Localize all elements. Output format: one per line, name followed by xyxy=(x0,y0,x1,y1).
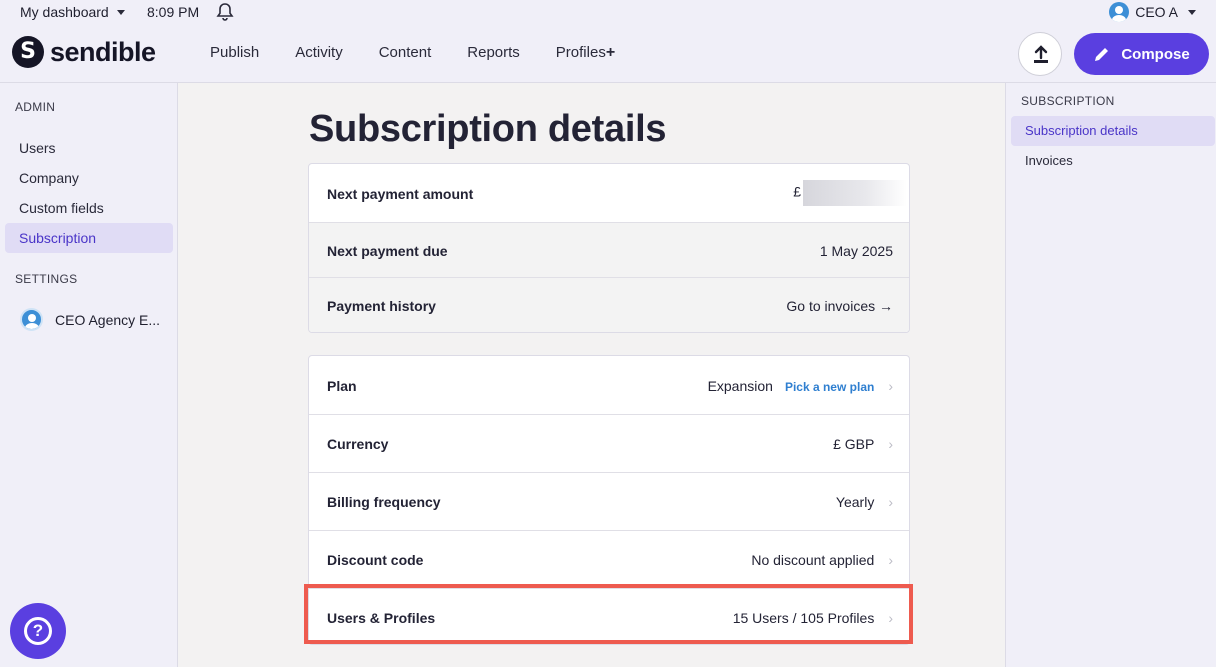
chevron-right-icon: › xyxy=(888,378,893,394)
help-button[interactable]: ? xyxy=(10,603,66,659)
billing-frequency-value: Yearly › xyxy=(836,494,893,510)
top-line: My dashboard 8:09 PM CEO A xyxy=(0,0,1216,26)
avatar xyxy=(20,308,43,331)
chevron-right-icon: › xyxy=(888,494,893,510)
compose-button[interactable]: Compose xyxy=(1074,33,1209,75)
nav-profiles-label: Profiles xyxy=(555,44,606,61)
plan-name: Expansion xyxy=(707,378,773,394)
chevron-down-icon xyxy=(1188,9,1196,15)
pencil-icon xyxy=(1095,48,1109,61)
users-profiles-text: 15 Users / 105 Profiles xyxy=(732,610,875,626)
upload-icon xyxy=(1034,45,1048,63)
nav-profiles[interactable]: Profiles+ xyxy=(538,44,633,62)
bell-icon[interactable] xyxy=(215,2,235,25)
go-to-invoices-label: Go to invoices xyxy=(786,298,876,314)
dashboard-selector[interactable]: My dashboard xyxy=(20,4,125,20)
discount-code-row[interactable]: Discount code No discount applied › xyxy=(309,531,909,589)
plan-value: Expansion Pick a new plan › xyxy=(708,378,893,394)
sidebar-item-custom-fields[interactable]: Custom fields xyxy=(5,193,173,223)
settings-section-title: SETTINGS xyxy=(15,272,78,286)
nav-content[interactable]: Content xyxy=(361,44,450,62)
currency-row[interactable]: Currency £ GBP › xyxy=(309,415,909,473)
users-profiles-value: 15 Users / 105 Profiles › xyxy=(733,610,893,626)
plan-label: Plan xyxy=(327,378,357,394)
users-profiles-row[interactable]: Users & Profiles 15 Users / 105 Profiles… xyxy=(309,589,909,644)
user-name: CEO A xyxy=(1135,4,1178,20)
upload-button[interactable] xyxy=(1018,32,1062,76)
right-nav-subscription-details[interactable]: Subscription details xyxy=(1011,116,1215,146)
next-payment-due-row: Next payment due 1 May 2025 xyxy=(309,223,909,278)
right-sidebar: SUBSCRIPTION Subscription details Invoic… xyxy=(1005,83,1216,667)
user-menu[interactable]: CEO A xyxy=(1109,2,1196,22)
nav-reports[interactable]: Reports xyxy=(449,44,538,62)
billing-frequency-row[interactable]: Billing frequency Yearly › xyxy=(309,473,909,531)
logo-text: sendible xyxy=(50,36,156,67)
compose-label: Compose xyxy=(1121,45,1190,63)
left-sidebar: ADMIN Users Company Custom fields Subscr… xyxy=(0,83,178,667)
next-payment-amount-label: Next payment amount xyxy=(327,186,474,202)
currency-value: £ GBP › xyxy=(833,436,893,452)
dashboard-label: My dashboard xyxy=(20,4,109,20)
right-nav-invoices[interactable]: Invoices xyxy=(1011,146,1215,176)
sidebar-item-agency[interactable]: CEO Agency E... xyxy=(20,308,160,331)
discount-text: No discount applied xyxy=(751,552,875,568)
payment-history-label: Payment history xyxy=(327,298,436,314)
billing-frequency-label: Billing frequency xyxy=(327,494,441,510)
redacted-amount xyxy=(803,180,907,206)
plan-row[interactable]: Plan Expansion Pick a new plan › xyxy=(309,356,909,415)
arrow-right-icon: → xyxy=(879,298,893,314)
currency-symbol: £ xyxy=(793,183,801,200)
chevron-right-icon: › xyxy=(888,610,893,626)
agency-name: CEO Agency E... xyxy=(55,311,161,328)
payment-history-row: Payment history Go to invoices → xyxy=(309,278,909,332)
discount-code-value: No discount applied › xyxy=(751,552,893,568)
page-title: Subscription details xyxy=(309,108,667,150)
sidebar-item-subscription[interactable]: Subscription xyxy=(5,223,173,253)
subscription-section-title: SUBSCRIPTION xyxy=(1021,94,1115,108)
admin-section-title: ADMIN xyxy=(15,100,56,114)
sendible-logo-icon xyxy=(12,36,44,68)
help-icon: ? xyxy=(24,617,52,645)
payment-card: Next payment amount £ Next payment due 1… xyxy=(308,163,910,333)
discount-code-label: Discount code xyxy=(327,552,424,568)
chevron-right-icon: › xyxy=(888,436,893,452)
plan-card: Plan Expansion Pick a new plan › Currency … xyxy=(308,355,910,645)
sidebar-item-users[interactable]: Users xyxy=(5,133,173,163)
currency-label: Currency xyxy=(327,436,389,452)
next-payment-due-value: 1 May 2025 xyxy=(819,243,893,259)
chevron-down-icon xyxy=(116,9,125,15)
billing-text: Yearly xyxy=(835,494,875,510)
top-bar: My dashboard 8:09 PM CEO A sendible Publ… xyxy=(0,0,1216,83)
sidebar-item-company[interactable]: Company xyxy=(5,163,173,193)
next-payment-due-label: Next payment due xyxy=(327,243,448,259)
nav-activity[interactable]: Activity xyxy=(277,44,361,62)
pick-new-plan-link[interactable]: Pick a new plan xyxy=(785,380,874,394)
avatar xyxy=(1109,2,1130,22)
logo[interactable]: sendible xyxy=(12,36,156,68)
next-payment-amount-value: £ xyxy=(793,180,907,206)
nav-publish[interactable]: Publish xyxy=(192,44,277,62)
clock-time: 8:09 PM xyxy=(147,4,200,20)
chevron-right-icon: › xyxy=(888,552,893,568)
go-to-invoices-link[interactable]: Go to invoices → xyxy=(786,298,893,314)
plus-icon: + xyxy=(605,44,616,61)
currency-text: £ GBP xyxy=(833,436,875,452)
users-profiles-label: Users & Profiles xyxy=(327,610,436,626)
next-payment-amount-row: Next payment amount £ xyxy=(309,164,909,223)
main-nav: Publish Activity Content Reports Profile… xyxy=(192,44,633,62)
